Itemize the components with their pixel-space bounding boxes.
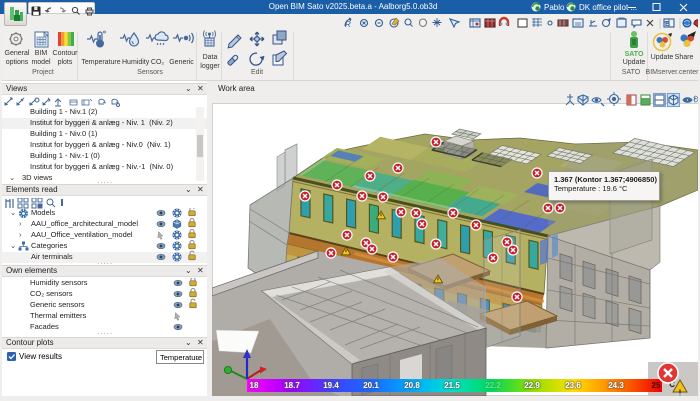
svg-text:B: B <box>665 21 670 28</box>
svg-text:Pablo: Pablo <box>544 3 565 12</box>
svg-text:SATO: SATO <box>625 51 644 58</box>
svg-text:R: R <box>345 20 351 29</box>
